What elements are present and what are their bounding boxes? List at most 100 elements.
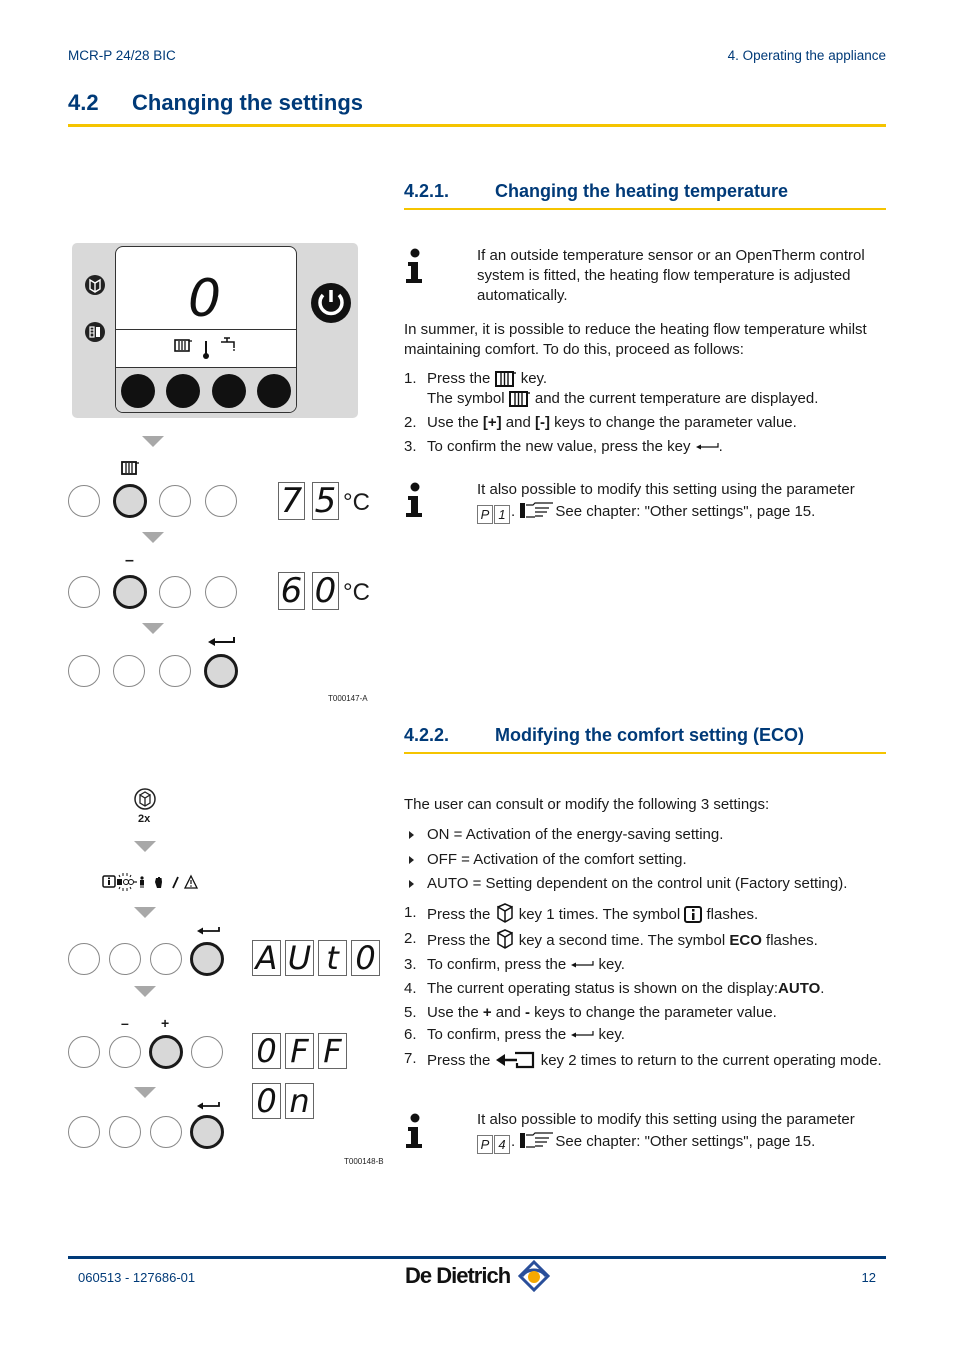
key-4-pressed[interactable] [190, 1115, 224, 1149]
step-arrow [142, 623, 164, 634]
intro-paragraph: In summer, it is possible to reduce the … [404, 321, 867, 358]
menu-key-icon[interactable] [84, 321, 106, 343]
press-count-label: 2x [138, 813, 151, 825]
step-number: 7. [404, 1050, 417, 1067]
info-icon [406, 1113, 422, 1148]
chapter-reference-link[interactable]: See chapter: "Other settings", page 15. [555, 503, 815, 520]
bullet-item: OFF = Activation of the comfort setting. [404, 850, 890, 870]
step-6: 6. To confirm, press the key. [404, 1025, 890, 1045]
key-4-pressed[interactable] [190, 942, 224, 976]
step-text: key. [516, 370, 548, 387]
power-button-icon[interactable] [310, 282, 352, 324]
plus-key-label: + [482, 1004, 492, 1021]
key-4[interactable] [205, 576, 237, 608]
step-text: The current operating status is shown on… [427, 980, 779, 997]
hand-pointer-icon[interactable] [519, 1130, 555, 1150]
step-text: key. [594, 1026, 625, 1043]
steps-list: 1. Press the key 1 times. The symbol flas… [404, 903, 890, 1075]
eco-key-icon[interactable] [84, 274, 106, 296]
step-3: 3. To confirm the new value, press the k… [404, 437, 890, 457]
hand-pointer-icon[interactable] [519, 500, 555, 520]
lcd-digit-flashing: 7 [278, 482, 305, 520]
subsection-title: 4.2.1. Changing the heating temperature [404, 181, 788, 202]
subsection-number: 4.2.1. [404, 181, 450, 201]
eco-key-icon [496, 929, 513, 949]
subsection-rule [404, 208, 886, 210]
lcd-digit-flashing: n [285, 1083, 314, 1119]
step-arrow [134, 986, 156, 997]
step-1: 1. Press the key. The symbol and the cur… [404, 369, 890, 409]
key-1[interactable] [68, 1116, 100, 1148]
lcd-digit-flashing: F [318, 1033, 347, 1069]
step-arrow [134, 907, 156, 918]
info-icon [406, 482, 422, 517]
key-3[interactable] [150, 1116, 182, 1148]
key-2-pressed[interactable] [113, 484, 147, 518]
param-note: It also possible to modify this setting … [477, 1111, 855, 1154]
header-chapter: 4. Operating the appliance [727, 48, 886, 63]
step-text: key 2 times to return to the current ope… [536, 1052, 882, 1069]
key-1[interactable] [68, 485, 100, 517]
step-3: 3. To confirm, press the key. [404, 955, 890, 975]
param-segment: P [477, 1135, 493, 1154]
lcd-button-row [116, 367, 296, 412]
param-note-text: It also possible to modify this setting … [477, 481, 855, 498]
key-4[interactable] [191, 1036, 223, 1068]
key-1[interactable] [68, 1036, 100, 1068]
figure-code: T000148-B [344, 1157, 384, 1166]
radiator-icon [494, 371, 516, 387]
step-text: Press the [427, 370, 495, 387]
key-1[interactable] [68, 576, 100, 608]
panel-button-4[interactable] [257, 374, 291, 408]
key-2[interactable] [109, 1116, 141, 1148]
step-2: 2. Press the key a second time. The symbo… [404, 929, 890, 951]
param-note-text: It also possible to modify this setting … [477, 1111, 855, 1128]
plus-label: + [161, 1015, 170, 1031]
key-1[interactable] [68, 943, 100, 975]
key-3[interactable] [159, 576, 191, 608]
key-4-pressed[interactable] [204, 654, 238, 688]
step-number: 3. [404, 438, 417, 455]
panel-button-1[interactable] [121, 374, 155, 408]
key-2-pressed[interactable] [113, 575, 147, 609]
key-2[interactable] [113, 655, 145, 687]
brand-logo-text: De Dietrich [405, 1263, 511, 1288]
step-text: key 1 times. The symbol [514, 906, 685, 923]
warning-icon [183, 874, 199, 889]
key-2[interactable] [109, 943, 141, 975]
step-text: . [718, 438, 723, 455]
enter-arrow-icon [571, 1031, 594, 1038]
hand-icon [155, 877, 162, 888]
lcd-screen: 0 [115, 246, 297, 413]
key-4[interactable] [205, 485, 237, 517]
subsection-number: 4.2.2. [404, 725, 450, 745]
intro-paragraph: The user can consult or modify the follo… [404, 796, 770, 813]
step-text: Press the [427, 932, 495, 949]
key-2-minus[interactable] [109, 1036, 141, 1068]
key-3[interactable] [150, 943, 182, 975]
chapter-reference-link[interactable]: See chapter: "Other settings", page 15. [555, 1133, 815, 1150]
eco-key-icon [496, 903, 513, 923]
panel-button-2[interactable] [166, 374, 200, 408]
panel-button-3[interactable] [212, 374, 246, 408]
eco-key-icon [134, 788, 156, 810]
step-text: keys to change the parameter value. [530, 1004, 777, 1021]
step-number: 5. [404, 1004, 417, 1021]
eco-label: ECO [729, 932, 762, 949]
unit-celsius: °C [343, 489, 370, 516]
key-3-plus-pressed[interactable] [149, 1035, 183, 1069]
key-3[interactable] [159, 485, 191, 517]
tap-icon [221, 337, 235, 351]
enter-arrow-icon [197, 1102, 220, 1110]
radiator-icon [174, 339, 192, 352]
enter-arrow-icon [695, 443, 719, 450]
wrench-icon [172, 876, 179, 889]
step-7: 7. Press the key 2 times to return to the… [404, 1049, 890, 1071]
lcd-digit-flashing: 0 [252, 1033, 281, 1069]
param-segment: 1 [494, 505, 510, 524]
key-1[interactable] [68, 655, 100, 687]
key-3[interactable] [159, 655, 191, 687]
lcd-digit-flashing: 0 [252, 1083, 281, 1119]
settings-bullet-list: ON = Activation of the energy-saving set… [404, 825, 890, 899]
bullet-item: ON = Activation of the energy-saving set… [404, 825, 890, 845]
